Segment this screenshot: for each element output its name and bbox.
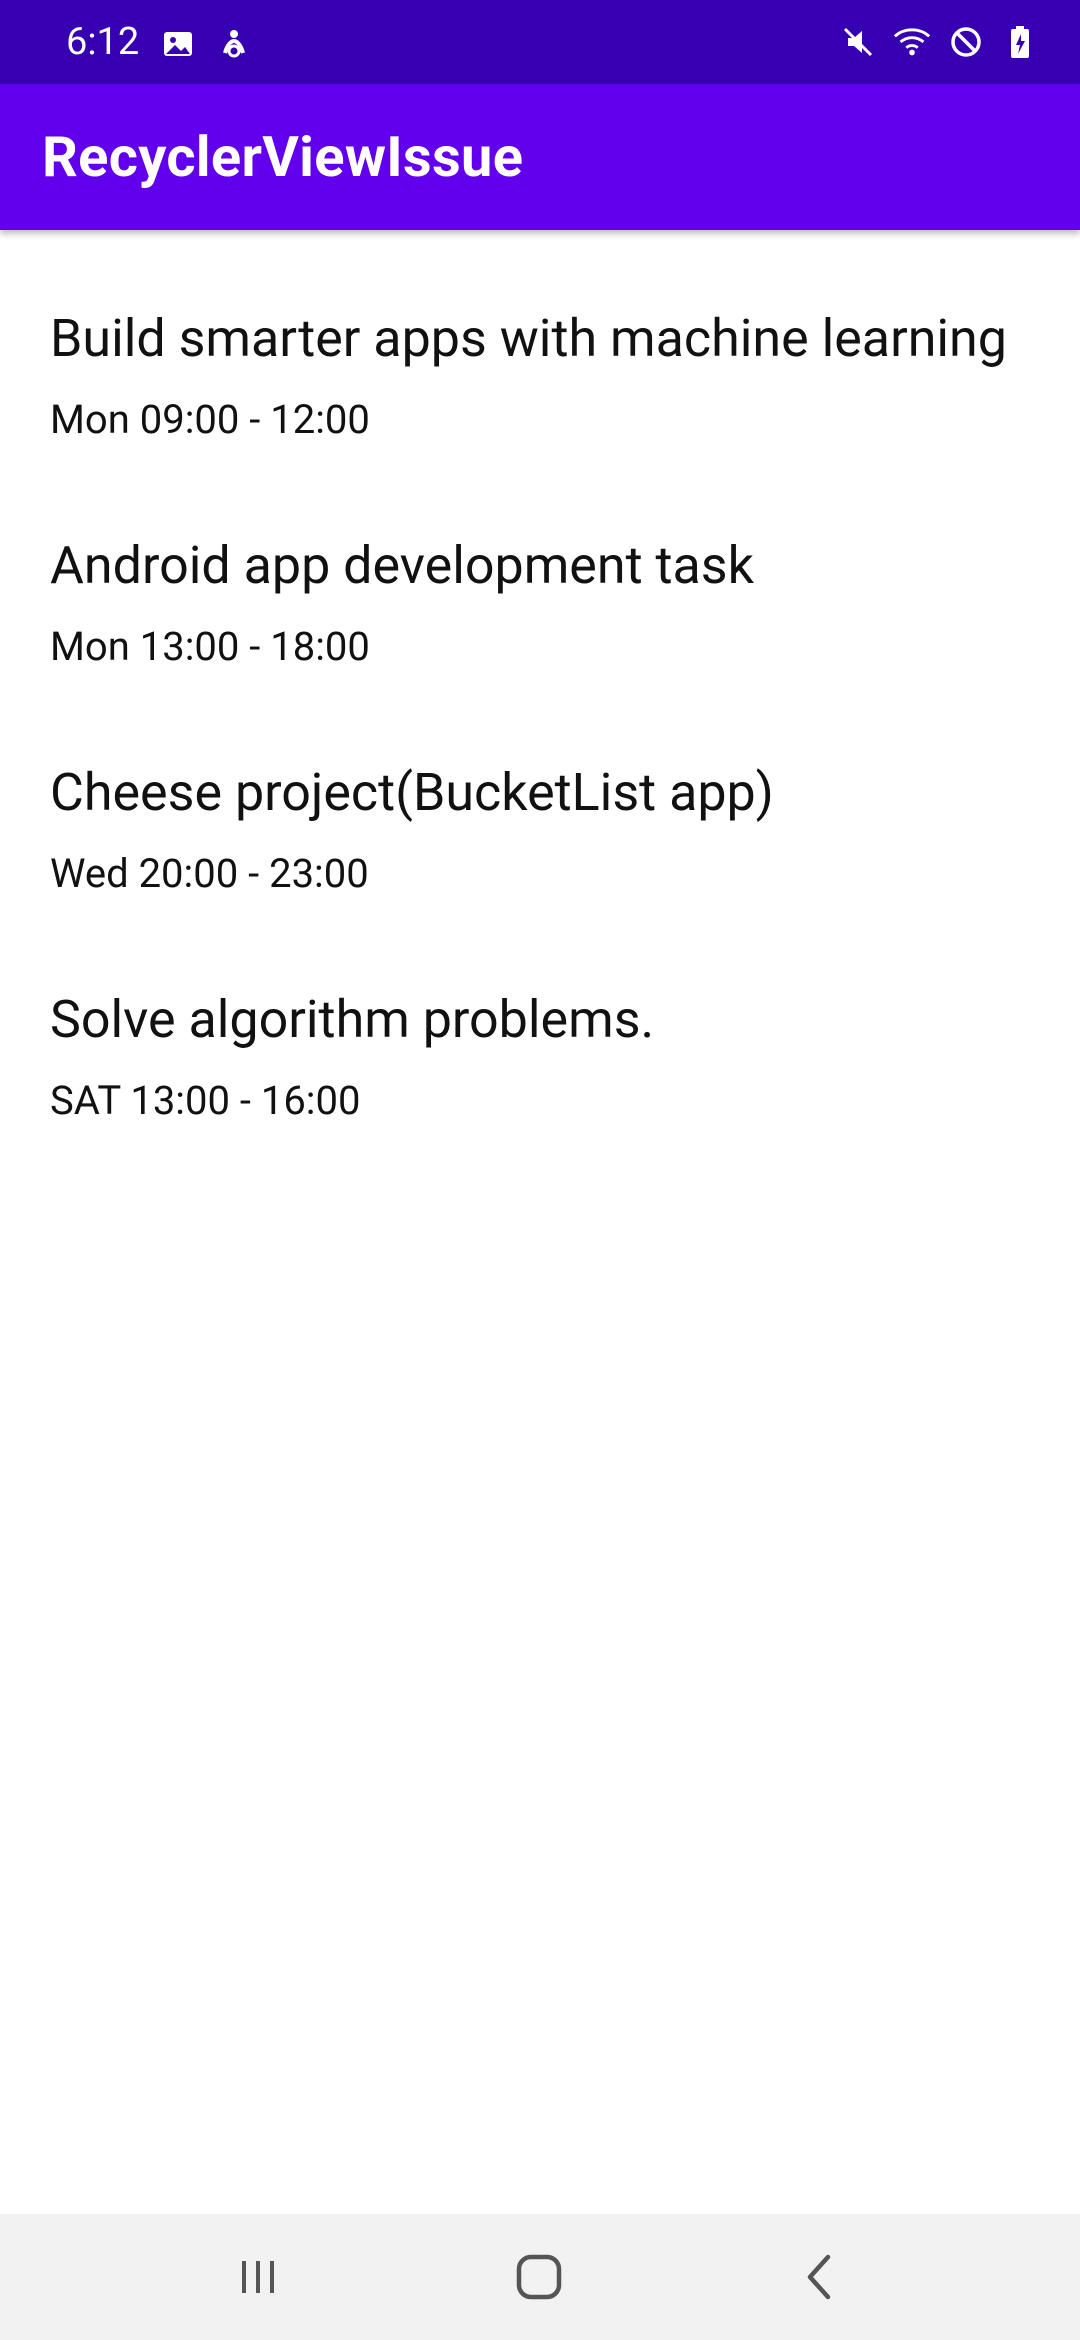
- gallery-icon: [158, 22, 198, 66]
- back-icon[interactable]: [790, 2247, 850, 2307]
- item-time: SAT 13:00 - 16:00: [50, 1077, 361, 1124]
- schedule-list[interactable]: Build smarter apps with machine learning…: [0, 230, 1080, 1138]
- item-time: Wed 20:00 - 23:00: [50, 850, 369, 897]
- battery-icon: [1000, 20, 1040, 64]
- recents-icon[interactable]: [228, 2247, 288, 2307]
- home-icon[interactable]: [509, 2247, 569, 2307]
- item-title: Android app development task: [50, 535, 754, 596]
- do-not-disturb-icon: [946, 20, 986, 64]
- item-title: Cheese project(BucketList app): [50, 762, 774, 823]
- navigation-bar: [0, 2214, 1080, 2340]
- list-item[interactable]: Cheese project(BucketList app) Wed 20:00…: [0, 684, 1080, 911]
- accessibility-icon: [214, 22, 254, 66]
- item-title: Solve algorithm problems.: [50, 989, 655, 1050]
- status-bar: 6:12: [0, 0, 1080, 84]
- list-item[interactable]: Solve algorithm problems. SAT 13:00 - 16…: [0, 911, 1080, 1138]
- status-left-icons: [158, 22, 254, 66]
- wifi-icon: [892, 20, 932, 64]
- item-time: Mon 13:00 - 18:00: [50, 623, 370, 670]
- app-title: RecyclerViewIssue: [42, 124, 524, 190]
- list-item[interactable]: Android app development task Mon 13:00 -…: [0, 457, 1080, 684]
- item-title: Build smarter apps with machine learning: [50, 308, 1007, 369]
- app-bar: RecyclerViewIssue: [0, 84, 1080, 230]
- status-right-icons: [838, 20, 1040, 64]
- list-item[interactable]: Build smarter apps with machine learning…: [0, 230, 1080, 457]
- status-time: 6:12: [66, 20, 140, 64]
- mute-icon: [838, 20, 878, 64]
- item-time: Mon 09:00 - 12:00: [50, 396, 370, 443]
